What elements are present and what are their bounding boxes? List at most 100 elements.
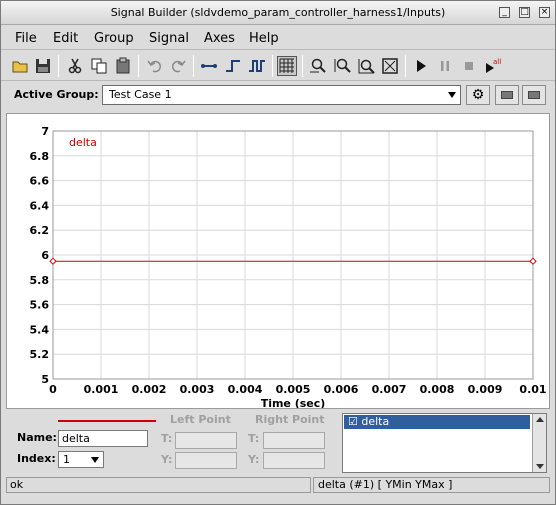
left-t-label: T: xyxy=(161,432,173,445)
copy-icon[interactable] xyxy=(89,56,109,76)
zoom-x-icon[interactable] xyxy=(308,56,328,76)
play-all-badge: all xyxy=(493,58,501,66)
y-tick-label: 5.4 xyxy=(30,323,50,336)
y-tick-label: 6.8 xyxy=(30,150,50,163)
menu-file[interactable]: File xyxy=(15,31,37,46)
x-tick-label: 0.004 xyxy=(228,383,263,396)
paste-icon[interactable] xyxy=(113,56,133,76)
plot-canvas[interactable]: 55.25.45.65.866.26.46.66.87 0 0.001 0.002 0… xyxy=(7,114,549,408)
active-group-value: Test Case 1 xyxy=(109,88,172,101)
menu-edit[interactable]: Edit xyxy=(53,31,78,46)
plot-grid xyxy=(52,130,534,380)
step-segment-icon[interactable] xyxy=(223,56,243,76)
status-signal-info: delta (#1) [ YMin YMax ] xyxy=(313,477,550,493)
minimize-button[interactable]: _ xyxy=(499,7,510,18)
left-point-label: Left Point xyxy=(170,413,231,426)
scroll-up-icon[interactable] xyxy=(536,417,544,422)
gear-icon: ⚙ xyxy=(471,87,485,103)
menu-help[interactable]: Help xyxy=(249,31,279,46)
menu-signal[interactable]: Signal xyxy=(149,31,189,46)
display-icon xyxy=(501,91,513,99)
redo-icon[interactable] xyxy=(168,56,188,76)
signal-builder-window: Signal Builder (sldvdemo_param_controlle… xyxy=(0,0,556,505)
pulse-segment-icon[interactable] xyxy=(247,56,267,76)
name-label: Name: xyxy=(17,431,57,444)
undo-icon[interactable] xyxy=(145,56,165,76)
x-tick-label: 0.008 xyxy=(420,383,455,396)
y-tick-label: 6.2 xyxy=(30,224,50,237)
close-button[interactable]: × xyxy=(539,7,550,18)
signal-list-scrollbar[interactable] xyxy=(532,414,546,472)
group-view-button[interactable] xyxy=(495,85,519,105)
x-tick-label: 0.001 xyxy=(84,383,119,396)
open-icon[interactable] xyxy=(10,56,30,76)
signal-list-item[interactable]: ☑ delta xyxy=(344,415,530,429)
signal-point[interactable] xyxy=(49,257,57,265)
maximize-button[interactable]: □ xyxy=(519,7,530,18)
legend-label: delta xyxy=(69,136,97,149)
left-y-field[interactable] xyxy=(175,452,237,469)
menu-bar: File Edit Group Signal Axes Help xyxy=(1,26,555,50)
status-bar: ok delta (#1) [ YMin YMax ] xyxy=(6,477,550,493)
name-value: delta xyxy=(62,432,90,445)
zoom-y-icon[interactable] xyxy=(332,56,352,76)
scroll-down-icon[interactable] xyxy=(536,464,544,469)
cut-icon[interactable] xyxy=(65,56,85,76)
group-layout-button[interactable] xyxy=(522,85,546,105)
status-message: ok xyxy=(6,477,311,493)
right-y-field[interactable] xyxy=(263,452,325,469)
zoom-xy-icon[interactable] xyxy=(356,56,376,76)
left-y-label: Y: xyxy=(161,453,173,466)
active-group-label: Active Group: xyxy=(14,88,99,101)
x-tick-label: 0 xyxy=(49,383,57,396)
x-tick-labels: 0 0.001 0.002 0.003 0.004 0.005 0.006 0.007 0.00… xyxy=(49,383,546,396)
line-segment-icon[interactable] xyxy=(199,56,219,76)
group-settings-button[interactable]: ⚙ xyxy=(466,85,490,105)
x-tick-label: 0.009 xyxy=(468,383,503,396)
y-tick-label: 5.8 xyxy=(30,274,50,287)
index-select[interactable]: 1 xyxy=(58,451,104,468)
pause-icon[interactable] xyxy=(435,56,455,76)
name-field[interactable]: delta xyxy=(58,430,148,447)
signal-line-swatch xyxy=(58,420,156,422)
index-label: Index: xyxy=(17,452,56,465)
y-tick-label: 7 xyxy=(41,125,49,138)
index-value: 1 xyxy=(63,453,70,466)
save-icon[interactable] xyxy=(33,56,53,76)
menu-group[interactable]: Group xyxy=(94,31,134,46)
x-tick-label: 0.01 xyxy=(519,383,546,396)
y-tick-labels: 5 5.2 5.4 5.6 5.8 6 6.2 6.4 6.6 6.8 7 xyxy=(30,125,50,386)
toolbar: all xyxy=(1,51,555,81)
title-bar[interactable]: Signal Builder (sldvdemo_param_controlle… xyxy=(1,1,555,25)
x-tick-label: 0.002 xyxy=(132,383,167,396)
x-tick-label: 0.007 xyxy=(372,383,407,396)
active-group-bar: Active Group: Test Case 1 ⚙ xyxy=(6,83,550,109)
menu-axes[interactable]: Axes xyxy=(204,31,235,46)
x-axis-label: Time (sec) xyxy=(261,397,326,408)
signal-list[interactable]: ☑ delta xyxy=(342,413,547,473)
right-point-label: Right Point xyxy=(255,413,325,426)
signal-point[interactable] xyxy=(529,257,537,265)
left-t-field[interactable] xyxy=(175,432,237,449)
x-tick-label: 0.005 xyxy=(276,383,311,396)
right-t-field[interactable] xyxy=(263,432,325,449)
play-icon[interactable] xyxy=(411,56,431,76)
stop-icon[interactable] xyxy=(459,56,479,76)
y-tick-label: 6 xyxy=(41,249,49,262)
y-tick-label: 5.2 xyxy=(30,348,50,361)
fit-view-icon[interactable] xyxy=(380,56,400,76)
editor-panel: Left Point Right Point Name: delta T: T:… xyxy=(6,411,550,475)
chevron-down-icon xyxy=(448,92,456,98)
y-tick-label: 6.4 xyxy=(30,199,50,212)
x-tick-label: 0.003 xyxy=(180,383,215,396)
signal-plot[interactable]: 5 5.2 5.4 5.6 5.8 6 6.2 6.4 6.6 6.8 7 0 0.001 0.002 0… xyxy=(6,113,550,409)
active-group-select[interactable]: Test Case 1 xyxy=(102,85,461,105)
right-y-label: Y: xyxy=(248,453,260,466)
y-tick-label: 5.6 xyxy=(30,299,50,312)
x-tick-label: 0.006 xyxy=(324,383,359,396)
y-tick-label: 5 xyxy=(41,373,49,386)
panel-icon xyxy=(528,91,540,99)
play-all-icon[interactable]: all xyxy=(483,56,503,76)
grid-icon[interactable] xyxy=(277,56,297,76)
chevron-down-icon xyxy=(91,457,99,463)
